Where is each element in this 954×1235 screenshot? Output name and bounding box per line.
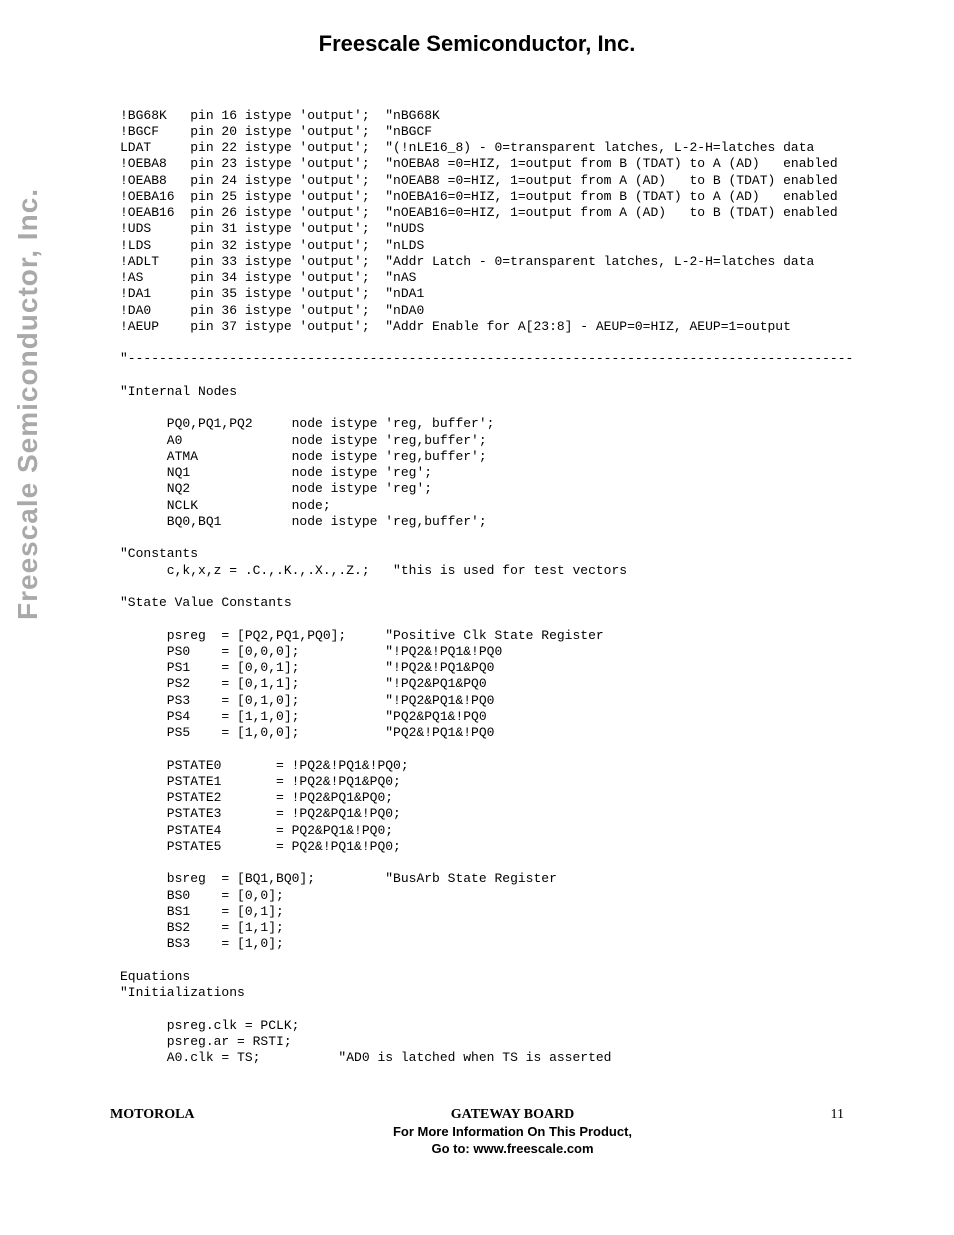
sidebar-watermark: Freescale Semiconductor, Inc.: [10, 188, 45, 620]
page-title: Freescale Semiconductor, Inc.: [60, 30, 894, 58]
footer-page-number: 11: [831, 1106, 844, 1159]
page-footer: MOTOROLA GATEWAY BOARD For More Informat…: [60, 1106, 894, 1159]
footer-brand: MOTOROLA: [110, 1106, 195, 1159]
footer-board-name: GATEWAY BOARD: [451, 1107, 575, 1122]
footer-info-line2: Go to: www.freescale.com: [431, 1141, 593, 1156]
footer-info-line1: For More Information On This Product,: [393, 1124, 632, 1139]
code-listing: !BG68K pin 16 istype 'output'; "nBG68K !…: [60, 108, 894, 1067]
footer-center: GATEWAY BOARD For More Information On Th…: [393, 1106, 632, 1159]
